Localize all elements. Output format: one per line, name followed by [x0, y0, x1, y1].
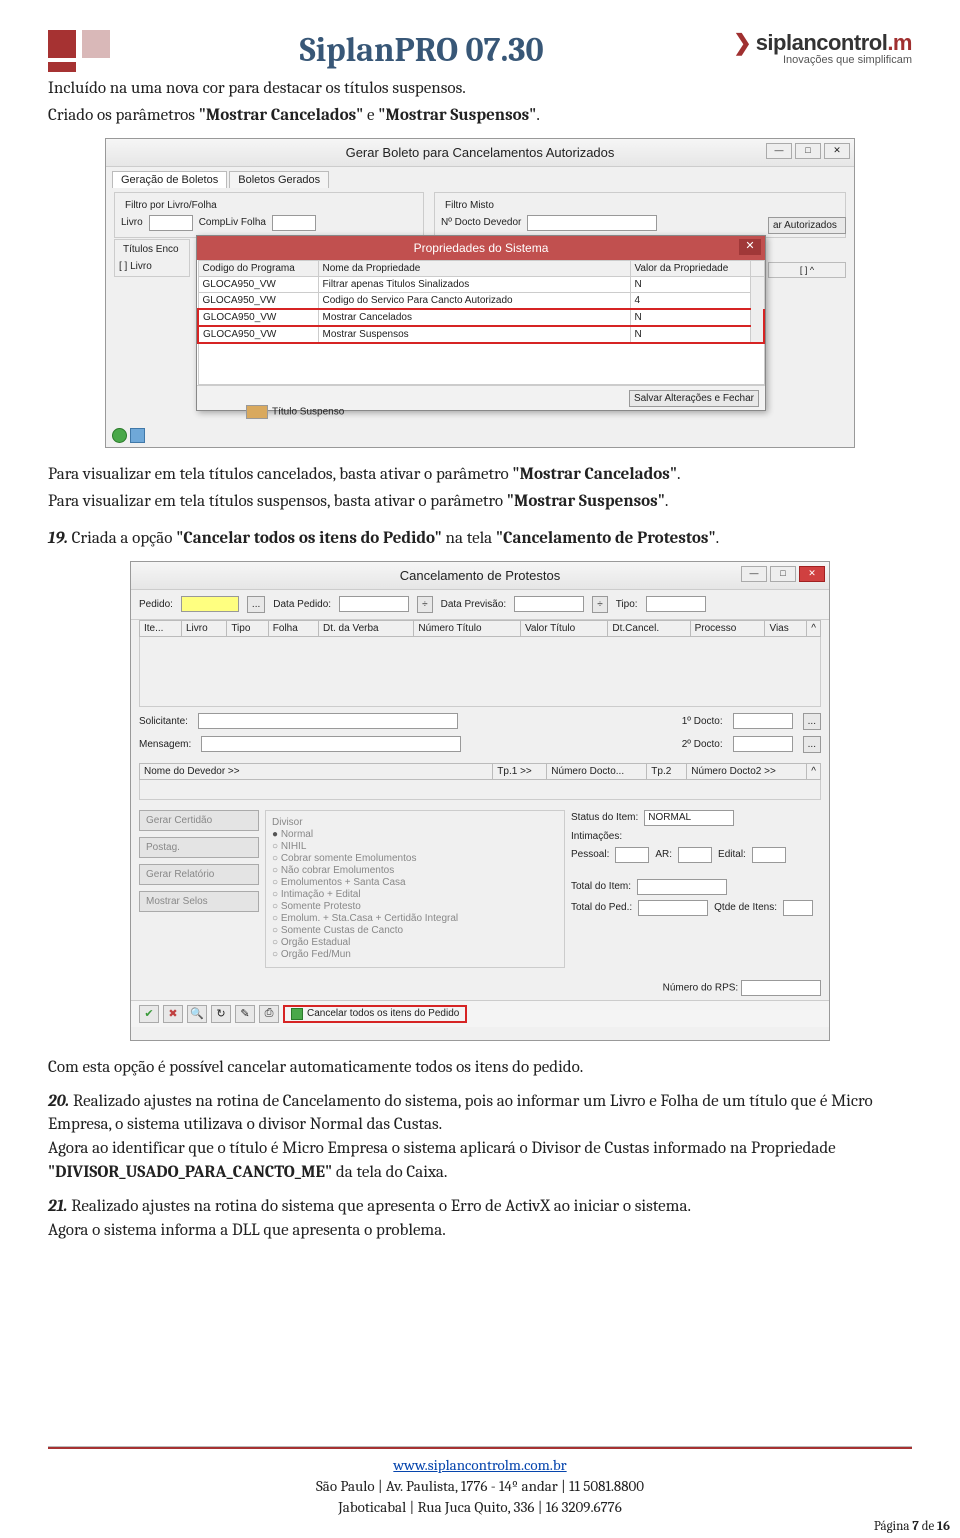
radio-nihil[interactable]: NIHIL — [272, 841, 558, 852]
ok-icon[interactable]: ✔ — [139, 1005, 159, 1023]
radio-int-edital[interactable]: Intimação + Edital — [272, 889, 558, 900]
maximize-button[interactable]: □ — [770, 566, 796, 582]
tool-icon[interactable]: ✎ — [235, 1005, 255, 1023]
window-title: Gerar Boleto para Cancelamentos Autoriza… — [346, 145, 615, 160]
tipo-input[interactable] — [646, 596, 706, 612]
page-title: SiplanPRO 07.30 — [110, 30, 733, 70]
items-grid[interactable] — [139, 637, 821, 707]
gerar-relatorio-button[interactable]: Gerar Relatório — [139, 864, 259, 885]
pedido-browse-button[interactable]: ... — [247, 596, 265, 613]
footer-link[interactable]: www.siplancontrolm.com.br — [393, 1456, 566, 1474]
docto2-input[interactable] — [733, 736, 793, 752]
radio-orgao-est[interactable]: Orgão Estadual — [272, 937, 558, 948]
livro-input[interactable] — [149, 215, 193, 231]
docto1-browse[interactable]: ... — [803, 713, 821, 730]
print-icon[interactable]: ⎙ — [259, 1005, 279, 1023]
check-icon — [291, 1008, 303, 1020]
item-20: 20. Realizado ajustes na rotina de Cance… — [48, 1090, 912, 1185]
table-row: GLOCA950_VWFiltrar apenas Titulos Sinali… — [198, 276, 764, 292]
item-19: 19. Criada a opção "Cancelar todos os it… — [48, 528, 912, 551]
close-button[interactable]: ✕ — [824, 143, 850, 159]
brand-logo-left — [48, 30, 110, 72]
refresh-icon[interactable]: ↻ — [211, 1005, 231, 1023]
total-item-input — [637, 879, 727, 895]
table-row: GLOCA950_VWMostrar CanceladosN — [198, 309, 764, 326]
ar-input[interactable] — [678, 847, 712, 863]
post-ss2-text: Com esta opção é possível cancelar autom… — [48, 1057, 912, 1080]
ok-icon[interactable] — [112, 428, 127, 443]
chevron-icon: ❯ — [733, 30, 751, 56]
window-title: Cancelamento de Protestos — [400, 568, 560, 583]
pessoal-input[interactable] — [615, 847, 649, 863]
radio-nao-emol[interactable]: Não cobrar Emolumentos — [272, 865, 558, 876]
mensagem-input[interactable] — [201, 736, 461, 752]
save-close-button[interactable]: Salvar Alterações e Fechar — [629, 390, 759, 407]
nrps-input[interactable] — [741, 980, 821, 996]
paragraph-suspensos: Para visualizar em tela títulos suspenso… — [48, 491, 912, 514]
radio-emol[interactable]: Cobrar somente Emolumentos — [272, 853, 558, 864]
docto2-browse[interactable]: ... — [803, 736, 821, 753]
gerar-certidao-button[interactable]: Gerar Certidão — [139, 810, 259, 831]
search-icon[interactable]: 🔍 — [187, 1005, 207, 1023]
tab-boletos-gerados[interactable]: Boletos Gerados — [229, 171, 329, 188]
screenshot-cancelamento-protestos: Cancelamento de Protestos — □ ✕ Pedido:.… — [130, 561, 830, 1041]
page-footer: www.siplancontrolm.com.br São Paulo | Av… — [48, 1447, 912, 1518]
modal-title: Propriedades do Sistema — [414, 241, 549, 255]
total-ped-input — [638, 900, 708, 916]
autorizados-button[interactable]: ar Autorizados — [768, 217, 846, 234]
mostrar-selos-button[interactable]: Mostrar Selos — [139, 891, 259, 912]
gear-icon[interactable] — [130, 428, 145, 443]
docto1-input[interactable] — [733, 713, 793, 729]
item-21: 21. Realizado ajustes na rotina do siste… — [48, 1195, 912, 1243]
edital-input[interactable] — [752, 847, 786, 863]
brand-logo-right: ❯ siplancontrol.m Inovações que simplifi… — [733, 30, 912, 66]
minimize-button[interactable]: — — [741, 566, 767, 582]
page-number: Página 7 de 16 — [874, 1519, 950, 1534]
data-pedido-input[interactable] — [339, 596, 409, 612]
qtde-input — [783, 900, 813, 916]
radio-normal[interactable]: Normal — [272, 829, 558, 840]
scroll-button[interactable]: [ ] ^ — [768, 262, 846, 278]
date-spinner[interactable]: ÷ — [417, 596, 433, 613]
tab-geracao-boletos[interactable]: Geração de Boletos — [112, 171, 227, 188]
minimize-button[interactable]: — — [766, 143, 792, 159]
cancel-all-items-button[interactable]: Cancelar todos os itens do Pedido — [283, 1005, 467, 1023]
radio-emol-cert[interactable]: Emolum. + Sta.Casa + Certidão Integral — [272, 913, 558, 924]
radio-orgao-fed[interactable]: Orgão Fed/Mun — [272, 949, 558, 960]
solicitante-input[interactable] — [198, 713, 458, 729]
postag-button[interactable]: Postag. — [139, 837, 259, 858]
radio-custas[interactable]: Somente Custas de Cancto — [272, 925, 558, 936]
radio-som-prot[interactable]: Somente Protesto — [272, 901, 558, 912]
table-row: GLOCA950_VWCodigo do Servico Para Cancto… — [198, 292, 764, 309]
maximize-button[interactable]: □ — [795, 143, 821, 159]
radio-emol-sc[interactable]: Emolumentos + Santa Casa — [272, 877, 558, 888]
intro-line-2: Criado os parâmetros "Mostrar Cancelados… — [48, 105, 912, 128]
table-row: GLOCA950_VWMostrar SuspensosN — [198, 326, 764, 343]
compliv-input[interactable] — [272, 215, 316, 231]
docto-input[interactable] — [527, 215, 657, 231]
screenshot-gerar-boleto: Gerar Boleto para Cancelamentos Autoriza… — [105, 138, 855, 448]
devedor-grid[interactable] — [139, 780, 821, 800]
date-spinner[interactable]: ÷ — [592, 596, 608, 613]
close-button[interactable]: ✕ — [799, 566, 825, 582]
cancel-icon[interactable]: ✖ — [163, 1005, 183, 1023]
status-value: NORMAL — [644, 810, 734, 826]
modal-close-button[interactable]: ✕ — [739, 239, 761, 255]
data-previsao-input[interactable] — [514, 596, 584, 612]
modal-propriedades: Propriedades do Sistema ✕ Codigo do Prog… — [196, 235, 766, 412]
pedido-input[interactable] — [181, 596, 239, 612]
intro-line-1: Incluído na uma nova cor para destacar o… — [48, 78, 912, 101]
suspenso-badge-icon — [246, 405, 268, 419]
paragraph-cancelados: Para visualizar em tela títulos cancelad… — [48, 464, 912, 487]
